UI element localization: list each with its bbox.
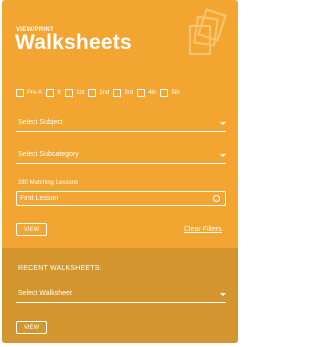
find-lesson-field[interactable] xyxy=(16,191,226,206)
recent-walksheets-heading: RECENT WALKSHEETS: xyxy=(18,265,102,272)
grade-checkbox-5th[interactable]: 5th xyxy=(160,89,180,97)
subject-select[interactable]: Select Subject xyxy=(16,117,226,132)
checkbox-box[interactable] xyxy=(137,89,146,97)
chevron-down-icon xyxy=(220,154,226,157)
stacked-papers-icon xyxy=(188,8,227,56)
checkbox-box[interactable] xyxy=(16,89,24,97)
grade-checkbox-pre-k[interactable]: Pre-K xyxy=(16,89,42,97)
matching-lessons-count: 280 Matching Lessons xyxy=(18,180,79,186)
walksheet-select-label: Select Walksheet xyxy=(18,290,72,297)
grade-label: 4th xyxy=(148,90,157,96)
find-lesson-input[interactable] xyxy=(20,193,200,204)
grade-label: K xyxy=(57,90,62,96)
chevron-down-icon xyxy=(220,293,226,296)
grade-filter: Pre-K K 1st 2nd 3rd 4th 5th xyxy=(16,89,184,97)
recent-walksheets-section: RECENT WALKSHEETS: Select Walksheet VIEW xyxy=(2,248,238,343)
grade-label: 5th xyxy=(171,90,180,96)
grade-checkbox-3rd[interactable]: 3rd xyxy=(113,89,133,97)
walksheet-select[interactable]: Select Walksheet xyxy=(16,288,226,303)
grade-label: Pre-K xyxy=(27,90,43,96)
grade-checkbox-2nd[interactable]: 2nd xyxy=(88,89,109,97)
page-title: Walksheets xyxy=(15,31,132,54)
checkbox-box[interactable] xyxy=(46,89,55,97)
grade-label: 3rd xyxy=(124,90,134,96)
view-button[interactable]: VIEW xyxy=(16,223,47,236)
grade-label: 2nd xyxy=(99,90,110,96)
chevron-down-icon xyxy=(220,122,226,125)
walksheets-panel: VIEW/PRINT Walksheets Pre-K K 1st 2nd 3r… xyxy=(2,0,238,343)
recent-view-button[interactable]: VIEW xyxy=(16,321,47,334)
subcategory-select-label: Select Subcategory xyxy=(18,151,79,158)
checkbox-box[interactable] xyxy=(160,89,169,97)
grade-checkbox-1st[interactable]: 1st xyxy=(65,89,84,97)
clear-filters-link[interactable]: Clear Filters xyxy=(184,226,222,233)
grade-checkbox-4th[interactable]: 4th xyxy=(137,89,156,97)
search-icon[interactable] xyxy=(213,195,220,202)
grade-label: 1st xyxy=(76,90,85,96)
subcategory-select[interactable]: Select Subcategory xyxy=(16,149,226,164)
grade-checkbox-k[interactable]: K xyxy=(46,89,61,97)
checkbox-box[interactable] xyxy=(65,89,74,97)
checkbox-box[interactable] xyxy=(113,89,122,97)
subject-select-label: Select Subject xyxy=(18,119,63,126)
checkbox-box[interactable] xyxy=(88,89,97,97)
